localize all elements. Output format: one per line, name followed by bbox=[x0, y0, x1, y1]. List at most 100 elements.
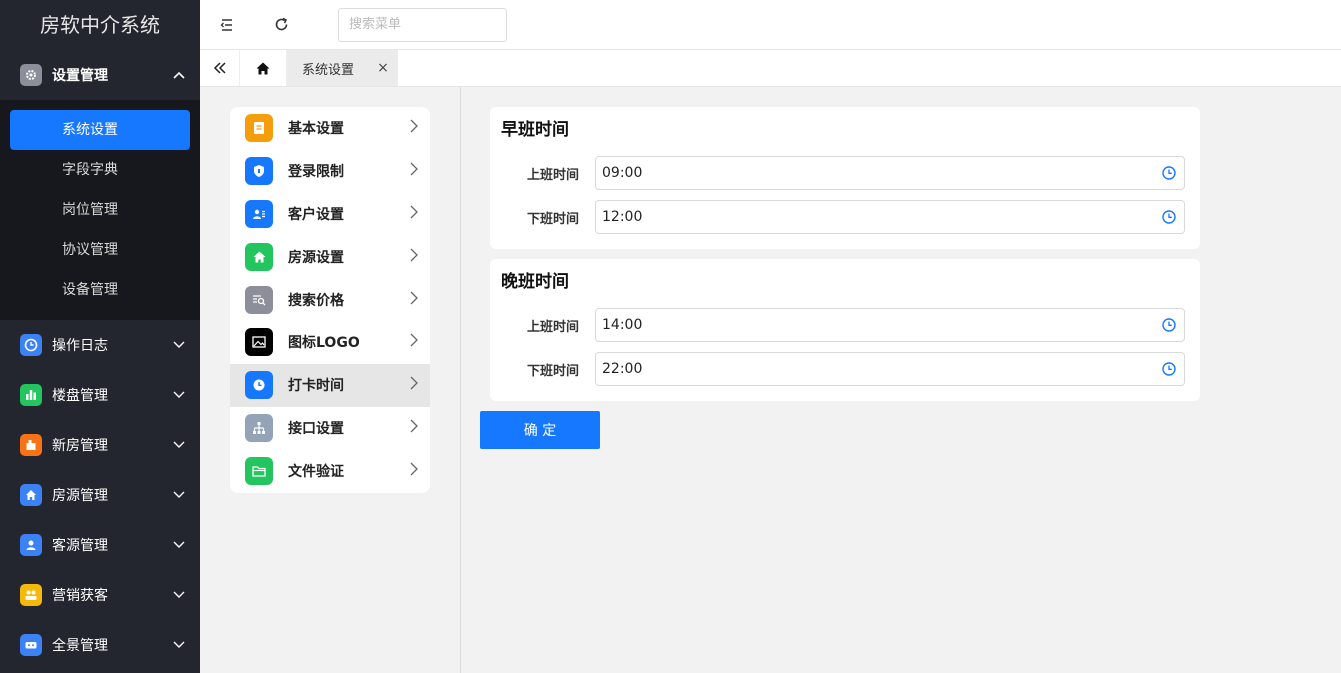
chevron-right-icon bbox=[410, 462, 418, 480]
morning-start-time-input[interactable]: 09:00 bbox=[595, 156, 1185, 190]
sidebar-group-label: 客源管理 bbox=[52, 538, 108, 554]
tab-system-settings[interactable]: 系统设置 × bbox=[287, 50, 398, 86]
refresh-icon[interactable] bbox=[254, 0, 308, 50]
settings-item-file-verify[interactable]: 文件验证 bbox=[230, 449, 430, 492]
sidebar-group-properties[interactable]: 楼盘管理 bbox=[0, 370, 200, 420]
sidebar-item-agreements[interactable]: 协议管理 bbox=[10, 230, 190, 270]
settings-item-label: 登录限制 bbox=[288, 164, 344, 181]
chevron-right-icon bbox=[410, 333, 418, 351]
chevron-down-icon bbox=[172, 538, 186, 552]
close-icon[interactable]: × bbox=[368, 60, 398, 76]
chevron-right-icon bbox=[410, 248, 418, 266]
sidebar-group-clients[interactable]: 客源管理 bbox=[0, 520, 200, 570]
chevron-right-icon bbox=[410, 376, 418, 394]
settings-submenu: 系统设置 字段字典 岗位管理 协议管理 设备管理 bbox=[0, 100, 200, 320]
settings-item-basic[interactable]: 基本设置 bbox=[230, 107, 430, 150]
morning-shift-card: 早班时间 上班时间 09:00 下班时间 12:00 bbox=[490, 107, 1200, 249]
settings-item-label: 搜索价格 bbox=[288, 292, 344, 309]
home-icon[interactable] bbox=[240, 50, 287, 86]
top-bar bbox=[200, 0, 1341, 50]
chevron-down-icon bbox=[172, 638, 186, 652]
building-icon bbox=[20, 434, 42, 456]
settings-item-logo[interactable]: 图标LOGO bbox=[230, 321, 430, 364]
shield-icon bbox=[245, 157, 273, 186]
app-title: 房软中介系统 bbox=[40, 13, 160, 37]
time-value: 09:00 bbox=[602, 165, 643, 181]
sidebar: 房软中介系统 设置管理 系统设置 字段字典 岗位管理 协议管理 设备管理 操作日… bbox=[0, 0, 200, 673]
menu-fold-icon[interactable] bbox=[200, 0, 254, 50]
gear-icon bbox=[20, 64, 42, 86]
morning-shift-title: 早班时间 bbox=[501, 120, 569, 140]
start-time-label: 上班时间 bbox=[526, 319, 579, 335]
settings-menu: 基本设置 登录限制 客户设置 房源设置 搜索价格 图标LOGO 打卡时间 接口设… bbox=[230, 107, 430, 493]
evening-end-time-input[interactable]: 22:00 bbox=[595, 352, 1185, 386]
time-value: 14:00 bbox=[602, 317, 643, 333]
sidebar-group-new-homes[interactable]: 新房管理 bbox=[0, 420, 200, 470]
search-list-icon bbox=[245, 285, 273, 314]
tab-label: 系统设置 bbox=[302, 62, 355, 78]
settings-item-api[interactable]: 接口设置 bbox=[230, 407, 430, 450]
chevron-down-icon bbox=[172, 388, 186, 402]
evening-start-time-input[interactable]: 14:00 bbox=[595, 308, 1185, 342]
sidebar-group-panorama[interactable]: 全景管理 bbox=[0, 620, 200, 670]
chevron-right-icon bbox=[410, 291, 418, 309]
sidebar-item-positions[interactable]: 岗位管理 bbox=[10, 190, 190, 230]
user-icon bbox=[20, 534, 42, 556]
settings-item-label: 图标LOGO bbox=[288, 335, 360, 352]
chevron-up-icon bbox=[172, 68, 186, 82]
sidebar-item-devices[interactable]: 设备管理 bbox=[10, 270, 190, 310]
end-time-label: 下班时间 bbox=[526, 363, 579, 379]
sidebar-group-label: 新房管理 bbox=[52, 438, 108, 454]
chevron-right-icon bbox=[410, 119, 418, 137]
confirm-button[interactable]: 确 定 bbox=[480, 411, 600, 449]
sidebar-group-label: 房源管理 bbox=[52, 488, 108, 504]
document-icon bbox=[245, 114, 273, 143]
settings-item-label: 基本设置 bbox=[288, 121, 344, 138]
settings-item-login-limit[interactable]: 登录限制 bbox=[230, 150, 430, 193]
settings-item-listing[interactable]: 房源设置 bbox=[230, 235, 430, 278]
contacts-icon bbox=[245, 199, 273, 228]
home-icon bbox=[20, 484, 42, 506]
folder-icon bbox=[245, 456, 273, 485]
sidebar-item-field-dictionary[interactable]: 字段字典 bbox=[10, 150, 190, 190]
chevron-right-icon bbox=[410, 162, 418, 180]
evening-shift-card: 晚班时间 上班时间 14:00 下班时间 22:00 bbox=[490, 259, 1200, 401]
sidebar-group-marketing[interactable]: 营销获客 bbox=[0, 570, 200, 620]
settings-item-customer[interactable]: 客户设置 bbox=[230, 193, 430, 236]
morning-end-time-input[interactable]: 12:00 bbox=[595, 200, 1185, 234]
settings-item-label: 文件验证 bbox=[288, 463, 344, 480]
settings-item-label: 接口设置 bbox=[288, 420, 344, 437]
sidebar-group-label: 楼盘管理 bbox=[52, 388, 108, 404]
chevron-down-icon bbox=[172, 488, 186, 502]
settings-item-label: 客户设置 bbox=[288, 206, 344, 223]
sidebar-group-settings[interactable]: 设置管理 bbox=[0, 50, 200, 100]
form-row: 下班时间 22:00 bbox=[501, 347, 1185, 391]
form-row: 上班时间 14:00 bbox=[501, 303, 1185, 347]
sidebar-group-label: 全景管理 bbox=[52, 638, 108, 654]
image-icon bbox=[245, 328, 273, 357]
sidebar-group-label: 设置管理 bbox=[52, 68, 108, 84]
clock-icon bbox=[1162, 318, 1176, 332]
bar-chart-icon bbox=[20, 384, 42, 406]
chevron-down-icon bbox=[172, 438, 186, 452]
form-row: 下班时间 12:00 bbox=[501, 195, 1185, 239]
clock-icon bbox=[245, 371, 273, 400]
clock-icon bbox=[20, 334, 42, 356]
settings-item-search-price[interactable]: 搜索价格 bbox=[230, 278, 430, 321]
chevron-right-icon bbox=[410, 419, 418, 437]
chevron-down-icon bbox=[172, 588, 186, 602]
search-input[interactable] bbox=[338, 7, 507, 42]
sidebar-item-system-settings[interactable]: 系统设置 bbox=[10, 110, 190, 150]
chevron-down-icon bbox=[172, 338, 186, 352]
sidebar-group-operation-log[interactable]: 操作日志 bbox=[0, 320, 200, 370]
clock-icon bbox=[1162, 210, 1176, 224]
sidebar-group-listings[interactable]: 房源管理 bbox=[0, 470, 200, 520]
evening-shift-title: 晚班时间 bbox=[501, 272, 569, 292]
settings-item-clock-in-time[interactable]: 打卡时间 bbox=[230, 363, 430, 407]
settings-item-label: 房源设置 bbox=[288, 249, 344, 266]
double-chevron-left-icon[interactable] bbox=[200, 50, 240, 86]
sidebar-group-label: 操作日志 bbox=[52, 338, 108, 354]
group-icon bbox=[20, 584, 42, 606]
settings-item-label: 打卡时间 bbox=[288, 378, 344, 395]
time-value: 12:00 bbox=[602, 209, 643, 225]
